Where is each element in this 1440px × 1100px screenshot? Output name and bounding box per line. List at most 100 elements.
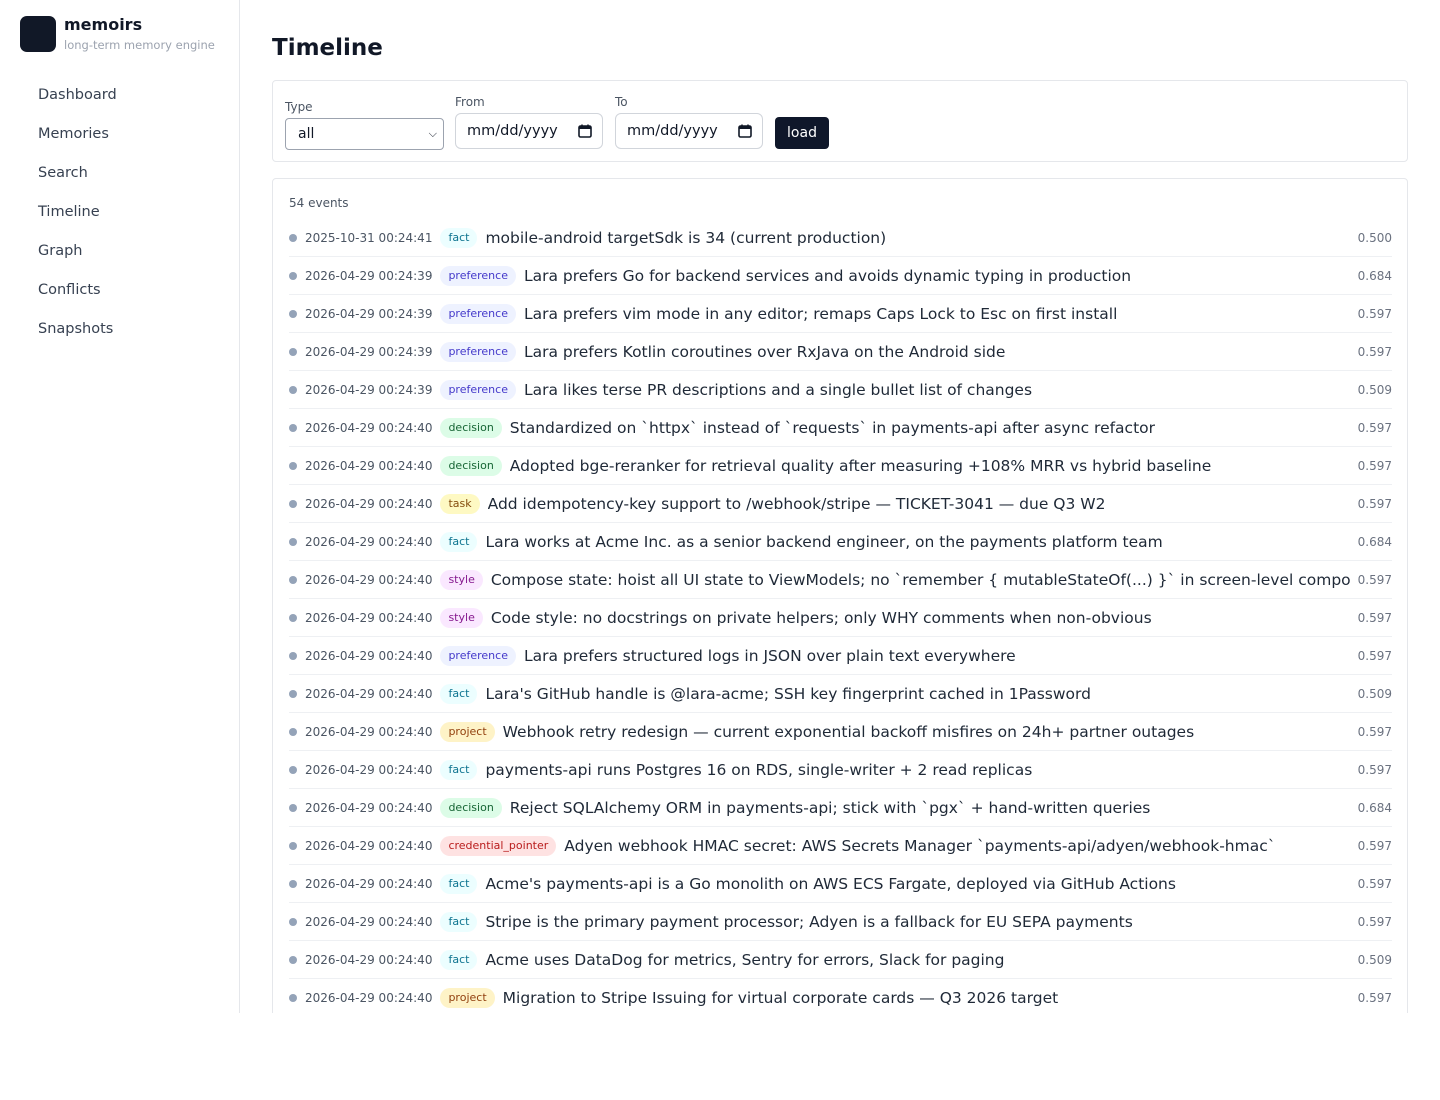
event-type-badge: fact (440, 949, 478, 970)
event-row[interactable]: 2026-04-29 00:24:40 decision Standardized … (289, 409, 1392, 447)
event-timestamp: 2026-04-29 00:24:40 (305, 534, 433, 549)
brand-tagline: long-term memory engine (64, 38, 215, 52)
event-text: Lara works at Acme Inc. as a senior back… (485, 532, 1163, 551)
sidebar-item-snapshots[interactable]: Snapshots (20, 310, 220, 349)
event-type-badge: preference (440, 303, 516, 324)
event-score: 0.597 (1357, 838, 1392, 853)
sidebar-item-dashboard[interactable]: Dashboard (20, 76, 220, 115)
bullet-dot-icon (289, 537, 297, 546)
event-type-badge: task (440, 493, 480, 514)
from-label: From (455, 95, 485, 109)
calendar-icon[interactable] (578, 124, 592, 138)
event-row[interactable]: 2026-04-29 00:24:40 decision Reject SQLAlc… (289, 789, 1392, 827)
event-type-badge: style (440, 607, 483, 628)
event-row[interactable]: 2026-04-29 00:24:40 fact Lara's GitHub han… (289, 675, 1392, 713)
to-date-input[interactable]: mm/dd/yyyy (615, 113, 763, 149)
event-type-badge: preference (440, 645, 516, 666)
event-text: Reject SQLAlchemy ORM in payments-api; s… (509, 798, 1151, 817)
event-row[interactable]: 2026-04-29 00:24:40 fact Stripe is the pri… (289, 903, 1392, 941)
event-row[interactable]: 2026-04-29 00:24:40 style Code style: no d… (289, 599, 1392, 637)
event-row[interactable]: 2026-04-29 00:24:40 project Migration to S… (289, 979, 1392, 1013)
event-score: 0.509 (1357, 382, 1392, 397)
brand-name: memoirs (64, 15, 143, 34)
sidebar-item-timeline[interactable]: Timeline (20, 193, 220, 232)
event-timestamp: 2026-04-29 00:24:40 (305, 914, 433, 929)
bullet-dot-icon (289, 233, 297, 242)
calendar-icon[interactable] (738, 124, 752, 138)
event-row[interactable]: 2026-04-29 00:24:40 project Webhook retry … (289, 713, 1392, 751)
bullet-dot-icon (289, 385, 297, 394)
event-row[interactable]: 2025-10-31 00:24:41 fact mobile-android ta… (289, 219, 1392, 257)
event-timestamp: 2026-04-29 00:24:39 (305, 306, 433, 321)
bullet-dot-icon (289, 993, 297, 1002)
event-score: 0.597 (1357, 990, 1392, 1005)
event-text: Adopted bge-reranker for retrieval quali… (509, 456, 1212, 475)
event-timestamp: 2026-04-29 00:24:40 (305, 686, 433, 701)
event-score: 0.684 (1357, 800, 1392, 815)
event-row[interactable]: 2026-04-29 00:24:40 credential_pointer Ady… (289, 827, 1392, 865)
event-row[interactable]: 2026-04-29 00:24:40 preference Lara prefer… (289, 637, 1392, 675)
event-type-badge: credential_pointer (440, 835, 557, 856)
to-label: To (615, 95, 628, 109)
event-text: Compose state: hoist all UI state to Vie… (490, 570, 1350, 589)
event-row[interactable]: 2026-04-29 00:24:40 style Compose state: h… (289, 561, 1392, 599)
event-score: 0.597 (1357, 648, 1392, 663)
event-type-badge: fact (440, 759, 478, 780)
bullet-dot-icon (289, 309, 297, 318)
event-row[interactable]: 2026-04-29 00:24:40 fact Acme uses DataDog… (289, 941, 1392, 979)
event-timestamp: 2026-04-29 00:24:39 (305, 344, 433, 359)
event-score: 0.684 (1357, 534, 1392, 549)
type-select[interactable]: all ⌵ (285, 118, 444, 150)
event-timestamp: 2026-04-29 00:24:40 (305, 496, 433, 511)
event-timestamp: 2026-04-29 00:24:40 (305, 990, 433, 1005)
from-date-value: mm/dd/yyyy (467, 123, 558, 139)
event-text: Acme's payments-api is a Go monolith on … (485, 874, 1176, 893)
event-type-badge: decision (440, 455, 502, 476)
app-root: memoirs long-term memory engine Dashboar… (0, 0, 1440, 1013)
event-score: 0.597 (1357, 496, 1392, 511)
event-type-badge: preference (440, 379, 516, 400)
event-text: Migration to Stripe Issuing for virtual … (502, 988, 1059, 1007)
event-type-badge: fact (440, 531, 478, 552)
event-row[interactable]: 2026-04-29 00:24:39 preference Lara prefer… (289, 295, 1392, 333)
event-row[interactable]: 2026-04-29 00:24:40 fact Acme's payments-a… (289, 865, 1392, 903)
from-date-input[interactable]: mm/dd/yyyy (455, 113, 603, 149)
load-button[interactable]: load (775, 117, 829, 149)
event-timestamp: 2026-04-29 00:24:40 (305, 800, 433, 815)
event-row[interactable]: 2026-04-29 00:24:40 task Add idempotency-k… (289, 485, 1392, 523)
logo-icon (20, 16, 56, 52)
event-row[interactable]: 2026-04-29 00:24:40 decision Adopted bge-r… (289, 447, 1392, 485)
brand-text: memoirs long-term memory engine (64, 15, 215, 53)
sidebar-item-graph[interactable]: Graph (20, 232, 220, 271)
event-row[interactable]: 2026-04-29 00:24:40 fact Lara works at Acm… (289, 523, 1392, 561)
event-row[interactable]: 2026-04-29 00:24:39 preference Lara prefer… (289, 257, 1392, 295)
bullet-dot-icon (289, 879, 297, 888)
sidebar-item-search[interactable]: Search (20, 154, 220, 193)
sidebar-item-conflicts[interactable]: Conflicts (20, 271, 220, 310)
event-timestamp: 2026-04-29 00:24:40 (305, 458, 433, 473)
event-timestamp: 2026-04-29 00:24:40 (305, 762, 433, 777)
sidebar-item-memories[interactable]: Memories (20, 115, 220, 154)
event-timestamp: 2026-04-29 00:24:40 (305, 572, 433, 587)
event-type-badge: project (440, 987, 495, 1008)
filter-bar: Type all ⌵ From mm/dd/yyyy To mm/dd/yyyy (272, 80, 1408, 162)
event-row[interactable]: 2026-04-29 00:24:40 fact payments-api runs… (289, 751, 1392, 789)
event-row[interactable]: 2026-04-29 00:24:39 preference Lara likes … (289, 371, 1392, 409)
event-timestamp: 2026-04-29 00:24:40 (305, 648, 433, 663)
bullet-dot-icon (289, 841, 297, 850)
bullet-dot-icon (289, 803, 297, 812)
bullet-dot-icon (289, 765, 297, 774)
brand[interactable]: memoirs long-term memory engine (20, 16, 215, 52)
event-type-badge: preference (440, 341, 516, 362)
bullet-dot-icon (289, 727, 297, 736)
event-score: 0.684 (1357, 268, 1392, 283)
event-text: Standardized on `httpx` instead of `requ… (509, 418, 1156, 437)
bullet-dot-icon (289, 423, 297, 432)
to-date-value: mm/dd/yyyy (627, 123, 718, 139)
event-type-badge: fact (440, 227, 478, 248)
page-title: Timeline (272, 35, 383, 61)
bullet-dot-icon (289, 271, 297, 280)
event-text: Stripe is the primary payment processor;… (485, 912, 1133, 931)
event-timestamp: 2026-04-29 00:24:40 (305, 876, 433, 891)
event-row[interactable]: 2026-04-29 00:24:39 preference Lara prefer… (289, 333, 1392, 371)
